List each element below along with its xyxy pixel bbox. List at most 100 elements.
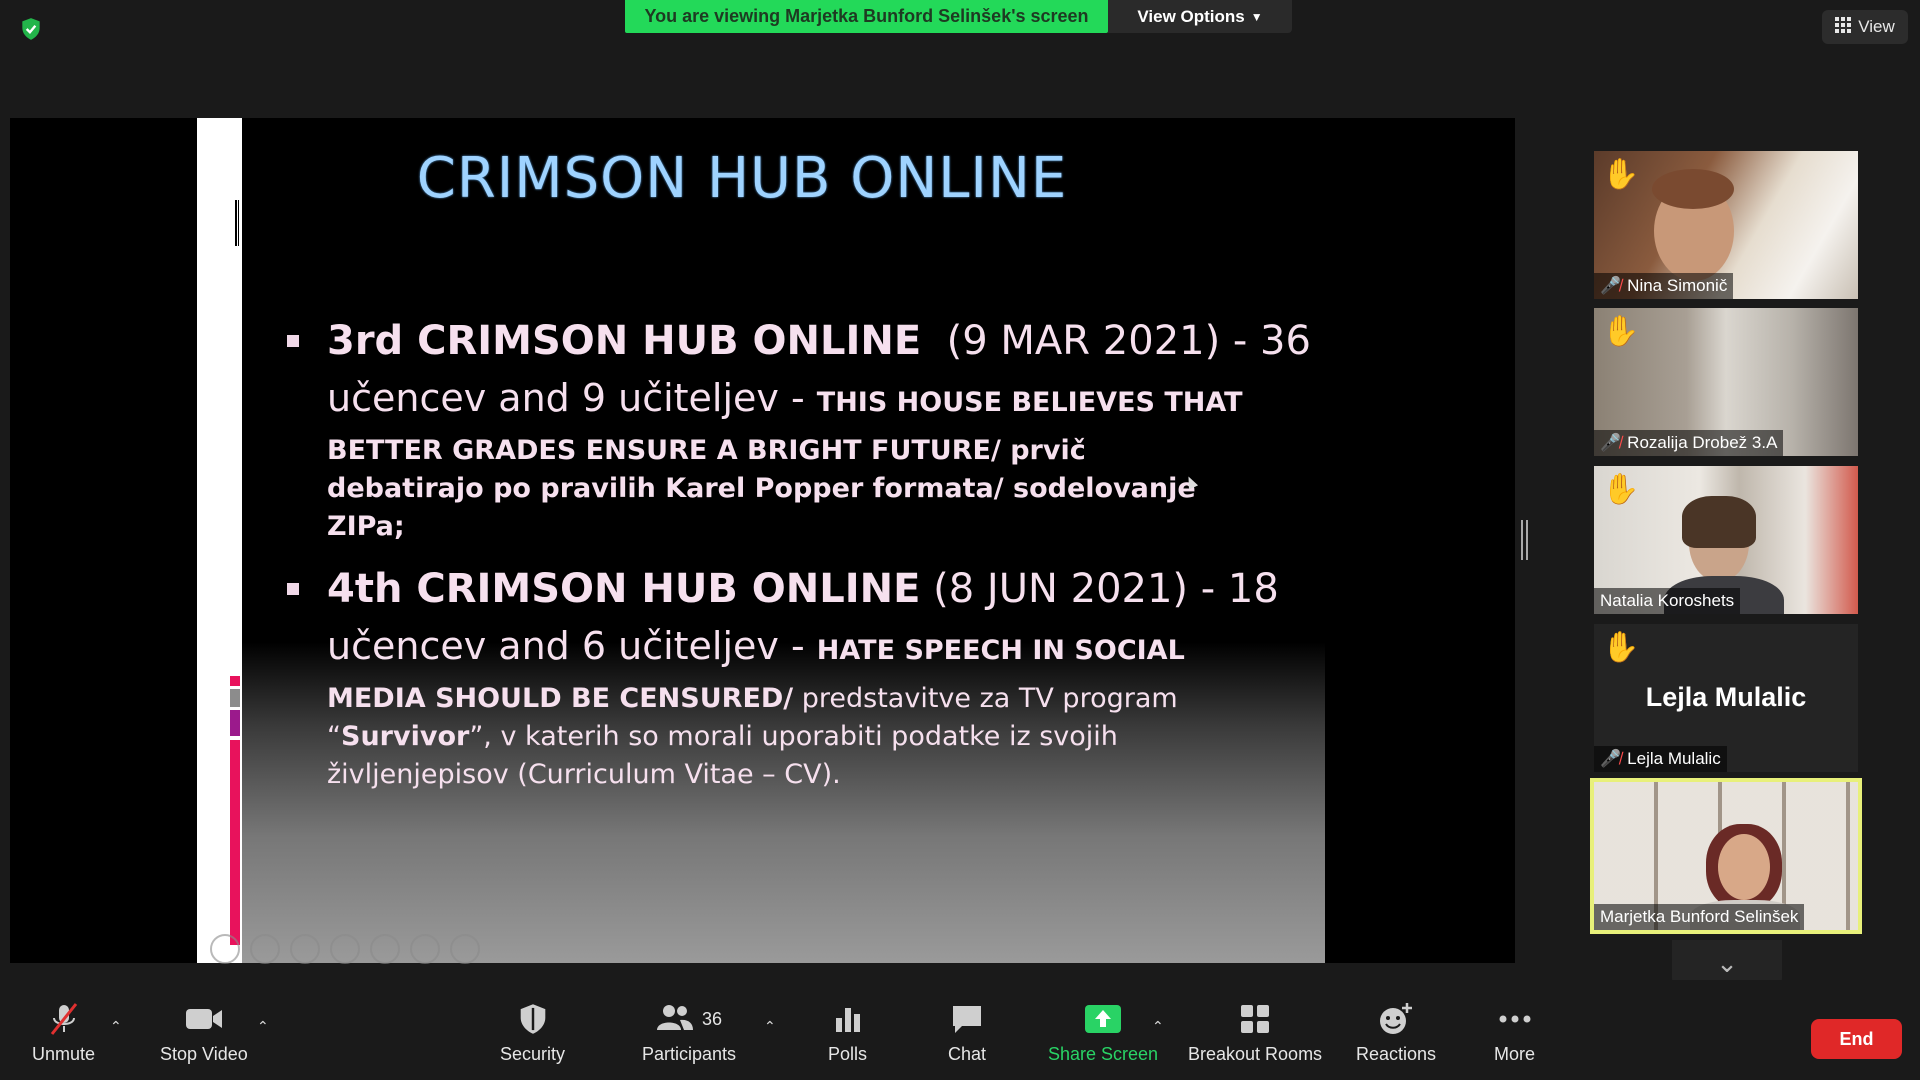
bullet-square-icon xyxy=(287,335,299,347)
accent-bar-purple xyxy=(230,710,240,736)
unmute-button[interactable]: Unmute xyxy=(32,1002,95,1065)
bullet2-body-bold: Survivor xyxy=(341,721,470,752)
slide-title: CRIMSON HUB ONLINE xyxy=(416,146,1068,211)
security-button[interactable]: Security xyxy=(500,1002,565,1065)
polls-button[interactable]: Polls xyxy=(828,1002,867,1065)
breakout-rooms-icon xyxy=(1239,1002,1271,1036)
raised-hand-icon: ✋ xyxy=(1602,315,1640,348)
accent-bar-pink xyxy=(230,740,240,945)
security-shield-icon xyxy=(518,1002,548,1036)
reactions-button[interactable]: Reactions xyxy=(1356,1002,1436,1065)
end-label: End xyxy=(1839,1028,1874,1049)
more-dots-icon xyxy=(1498,1002,1532,1036)
reactions-smiley-icon xyxy=(1378,1002,1414,1036)
presentation-slide: CRIMSON HUB ONLINE 3rd CRIMSON HUB ONLIN… xyxy=(242,118,1325,963)
share-screen-label: Share Screen xyxy=(1048,1044,1159,1064)
bullet-square-icon xyxy=(287,583,299,595)
bullet2-head: 4th CRIMSON HUB ONLINE xyxy=(327,566,921,612)
strip-marker xyxy=(235,200,239,246)
accent-bar-red xyxy=(230,676,240,686)
more-options-icon[interactable] xyxy=(450,934,480,964)
subtitles-icon[interactable] xyxy=(410,934,440,964)
view-options-label: View Options xyxy=(1137,6,1245,26)
chat-label: Chat xyxy=(948,1044,987,1064)
bullet2-body-1: predstavitve za TV program xyxy=(793,683,1178,714)
polls-label: Polls xyxy=(828,1044,868,1064)
pen-icon[interactable] xyxy=(290,934,320,964)
bullet2-caps: HATE SPEECH IN SOCIAL xyxy=(816,635,1185,666)
view-options-button[interactable]: View Options ▼ xyxy=(1108,0,1292,33)
muted-mic-icon: 🎤̸ xyxy=(1600,276,1622,295)
panel-resize-handle[interactable] xyxy=(1521,520,1528,560)
chevron-up-icon[interactable]: ⌃ xyxy=(257,1018,269,1035)
participant-tile[interactable]: ✋ 🎤̸ Rozalija Drobež 3.A xyxy=(1594,308,1858,456)
chevron-up-icon[interactable]: ⌃ xyxy=(110,1018,122,1035)
bullet2-quote-open: “ xyxy=(327,721,341,752)
slide-bullet-2: 4th CRIMSON HUB ONLINE (8 JUN 2021) - 18… xyxy=(287,561,1279,794)
accent-bar-gray xyxy=(230,689,240,707)
next-slide-icon[interactable] xyxy=(250,934,280,964)
meeting-toolbar: Unmute ⌃ Stop Video ⌃ Security 36 Partic… xyxy=(0,980,1920,1080)
active-speaker-tile[interactable]: Marjetka Bunford Selinšek xyxy=(1590,778,1862,934)
participant-tile[interactable]: ✋ 🎤̸ Nina Simonič xyxy=(1594,151,1858,299)
zoom-icon[interactable] xyxy=(370,934,400,964)
participants-label: Participants xyxy=(642,1044,737,1064)
participant-video-hair xyxy=(1682,496,1756,548)
bullet2-date: (8 JUN 2021) - 18 xyxy=(933,566,1279,612)
bullet2-line2: učencev and 6 učiteljev - xyxy=(327,624,817,668)
video-camera-icon xyxy=(184,1002,224,1036)
chevron-up-icon[interactable]: ⌃ xyxy=(1152,1018,1164,1035)
participants-count: 36 xyxy=(702,1008,723,1029)
screen-share-banner: You are viewing Marjetka Bunford Selinše… xyxy=(625,0,1108,33)
chat-button[interactable]: Chat xyxy=(948,1002,986,1065)
bullet2-body-caps: MEDIA SHOULD BE CENSURED/ xyxy=(327,683,794,714)
participant-name-tag: 🎤̸ Lejla Mulalic xyxy=(1594,746,1727,772)
chevron-down-icon: ⌄ xyxy=(1716,947,1738,978)
participants-button[interactable]: 36 Participants xyxy=(642,1002,736,1065)
participants-icon xyxy=(656,1003,694,1036)
participant-tile[interactable]: ✋ Natalia Koroshets xyxy=(1594,466,1858,614)
encryption-shield-icon[interactable] xyxy=(18,16,44,42)
view-label: View xyxy=(1858,17,1895,36)
shared-screen[interactable]: CRIMSON HUB ONLINE 3rd CRIMSON HUB ONLIN… xyxy=(10,118,1515,964)
raised-hand-icon: ✋ xyxy=(1602,158,1640,191)
bullet1-line2: učencev and 9 učiteljev - xyxy=(327,376,817,420)
view-button[interactable]: View xyxy=(1822,10,1908,44)
bullet1-head: 3rd CRIMSON HUB ONLINE xyxy=(327,318,922,364)
slides-icon[interactable] xyxy=(330,934,360,964)
slide-bullet-1: 3rd CRIMSON HUB ONLINE (9 MAR 2021) - 36… xyxy=(287,313,1311,546)
stop-video-label: Stop Video xyxy=(160,1044,248,1064)
presentation-toolbar xyxy=(210,934,480,964)
muted-mic-icon: 🎤̸ xyxy=(1600,433,1622,452)
banner-text: You are viewing Marjetka Bunford Selinše… xyxy=(644,6,1089,26)
bullet1-body: BETTER GRADES ENSURE A BRIGHT FUTURE/ pr… xyxy=(327,435,1196,542)
muted-mic-icon xyxy=(48,1002,80,1036)
prev-slide-icon[interactable] xyxy=(210,934,240,964)
raised-hand-icon: ✋ xyxy=(1602,631,1640,664)
reactions-label: Reactions xyxy=(1356,1044,1437,1064)
participant-name: Natalia Koroshets xyxy=(1600,591,1735,610)
participant-name: Marjetka Bunford Selinšek xyxy=(1600,907,1799,926)
breakout-rooms-label: Breakout Rooms xyxy=(1188,1044,1323,1064)
bullet1-caps: THIS HOUSE BELIEVES THAT xyxy=(816,387,1243,418)
polls-bar-chart-icon xyxy=(833,1002,863,1036)
participant-tile[interactable]: ✋ Lejla Mulalic 🎤̸ Lejla Mulalic xyxy=(1594,624,1858,772)
participant-video-face xyxy=(1718,834,1770,900)
muted-mic-icon: 🎤̸ xyxy=(1600,749,1622,768)
participant-name: Rozalija Drobež 3.A xyxy=(1627,433,1778,452)
unmute-label: Unmute xyxy=(32,1044,96,1064)
more-button[interactable]: More xyxy=(1494,1002,1535,1065)
participant-video-hair xyxy=(1652,169,1734,209)
security-label: Security xyxy=(500,1044,566,1064)
stop-video-button[interactable]: Stop Video xyxy=(160,1002,248,1065)
participant-name-tag: 🎤̸ Nina Simonič xyxy=(1594,273,1734,299)
chat-bubble-icon xyxy=(950,1002,984,1036)
end-meeting-button[interactable]: End xyxy=(1811,1019,1902,1059)
participant-name: Lejla Mulalic xyxy=(1627,749,1721,768)
grid-icon xyxy=(1835,16,1852,38)
participant-name-tag: Natalia Koroshets xyxy=(1594,588,1741,614)
share-screen-button[interactable]: Share Screen xyxy=(1048,1002,1158,1065)
chevron-up-icon[interactable]: ⌃ xyxy=(764,1018,776,1035)
participant-name-tag: 🎤̸ Rozalija Drobež 3.A xyxy=(1594,430,1784,456)
breakout-rooms-button[interactable]: Breakout Rooms xyxy=(1188,1002,1322,1065)
